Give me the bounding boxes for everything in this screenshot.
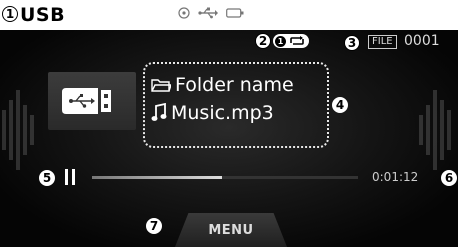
folder-name: Folder name bbox=[175, 74, 294, 96]
callout-7: 7 bbox=[146, 218, 162, 234]
elapsed-time: 0:01:12 bbox=[372, 170, 419, 184]
callout-5: 5 bbox=[39, 170, 55, 186]
source-label: USB bbox=[20, 4, 66, 26]
menu-label: MENU bbox=[208, 222, 254, 238]
battery-icon bbox=[226, 8, 244, 18]
progress-fill bbox=[92, 176, 223, 179]
callout-4: 4 bbox=[332, 97, 348, 113]
folder-row: Folder name bbox=[151, 74, 294, 96]
file-row: Music.mp3 bbox=[151, 102, 274, 124]
folder-icon bbox=[151, 79, 171, 92]
usb-drive-icon bbox=[62, 88, 111, 114]
progress-bar[interactable] bbox=[92, 176, 358, 179]
status-icons bbox=[178, 7, 244, 19]
repeat-number: 1 bbox=[275, 35, 286, 47]
callout-6: 6 bbox=[441, 170, 457, 186]
repeat-mode-badge[interactable]: 1 bbox=[273, 34, 309, 48]
callout-1: 1 bbox=[2, 6, 18, 22]
equalizer-decoration-right bbox=[419, 90, 451, 170]
callout-2: 2 bbox=[255, 33, 271, 49]
usb-source-tile[interactable] bbox=[48, 72, 136, 130]
callout-3: 3 bbox=[344, 35, 360, 51]
music-note-icon bbox=[151, 103, 167, 121]
repeat-icon bbox=[290, 36, 304, 45]
equalizer-decoration-left bbox=[2, 90, 34, 170]
pause-icon[interactable] bbox=[65, 169, 77, 185]
menu-button[interactable]: MENU bbox=[175, 213, 287, 247]
track-info-box: Folder name Music.mp3 bbox=[143, 62, 329, 148]
usb-icon bbox=[198, 7, 218, 19]
file-count: 0001 bbox=[404, 33, 440, 49]
file-tag: FILE bbox=[368, 35, 397, 49]
disc-icon bbox=[178, 7, 190, 19]
file-name: Music.mp3 bbox=[171, 102, 274, 124]
